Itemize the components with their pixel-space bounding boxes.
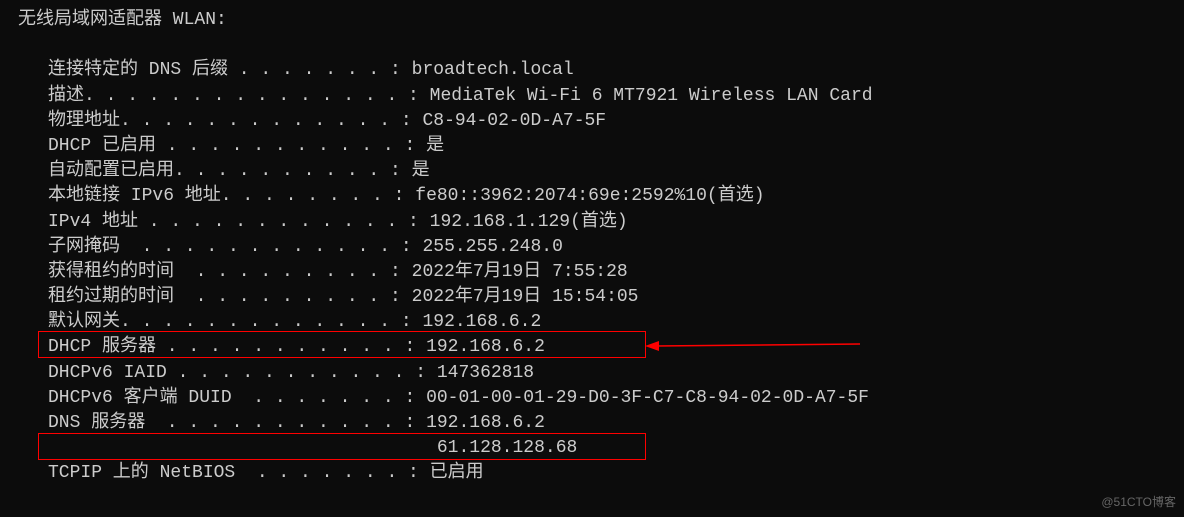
value: 192.168.6.2 xyxy=(426,413,545,433)
label: TCPIP 上的 NetBIOS . . . . . . . : xyxy=(48,463,419,483)
row-dhcp-enabled: DHCP 已启用 . . . . . . . . . . . : 是 xyxy=(0,134,1184,159)
adapter-header: 无线局域网适配器 WLAN: xyxy=(0,8,1184,33)
value: MediaTek Wi-Fi 6 MT7921 Wireless LAN Car… xyxy=(430,86,873,106)
row-lease-expires: 租约过期的时间 . . . . . . . . . : 2022年7月19日 1… xyxy=(0,285,1184,310)
value: 192.168.6.2 xyxy=(422,312,541,332)
value: 255.255.248.0 xyxy=(422,237,562,257)
watermark: @51CTO博客 xyxy=(1101,494,1176,511)
label: 自动配置已启用. . . . . . . . . . : xyxy=(48,161,401,181)
value: fe80::3962:2074:69e:2592%10(首选) xyxy=(415,186,764,206)
row-lease-obtained: 获得租约的时间 . . . . . . . . . : 2022年7月19日 7… xyxy=(0,260,1184,285)
label: DHCPv6 客户端 DUID . . . . . . . : xyxy=(48,388,415,408)
label: 描述. . . . . . . . . . . . . . . : xyxy=(48,86,419,106)
value: C8-94-02-0D-A7-5F xyxy=(422,111,606,131)
row-dhcp-server: DHCP 服务器 . . . . . . . . . . . : 192.168… xyxy=(0,335,1184,360)
value: 是 xyxy=(412,161,430,181)
value: 2022年7月19日 15:54:05 xyxy=(412,287,639,307)
label: 本地链接 IPv6 地址. . . . . . . . : xyxy=(48,186,404,206)
label: 连接特定的 DNS 后缀 . . . . . . . : xyxy=(48,60,401,80)
label: 默认网关. . . . . . . . . . . . . : xyxy=(48,312,412,332)
label: 子网掩码 . . . . . . . . . . . . : xyxy=(48,237,412,257)
row-dns-suffix: 连接特定的 DNS 后缀 . . . . . . . : broadtech.l… xyxy=(0,58,1184,83)
blank-line xyxy=(0,33,1184,58)
label: 获得租约的时间 . . . . . . . . . : xyxy=(48,262,401,282)
watermark-text: @51CTO博客 xyxy=(1101,495,1176,509)
row-autoconfig: 自动配置已启用. . . . . . . . . . : 是 xyxy=(0,159,1184,184)
label: DHCP 服务器 . . . . . . . . . . . : xyxy=(48,337,415,357)
row-ipv6-local: 本地链接 IPv6 地址. . . . . . . . : fe80::3962… xyxy=(0,184,1184,209)
value: 是 xyxy=(426,136,444,156)
label: DNS 服务器 . . . . . . . . . . . : xyxy=(48,413,415,433)
adapter-header-text: 无线局域网适配器 WLAN: xyxy=(18,10,227,30)
value: 2022年7月19日 7:55:28 xyxy=(412,262,628,282)
row-physical-address: 物理地址. . . . . . . . . . . . . : C8-94-02… xyxy=(0,109,1184,134)
row-dhcpv6-iaid: DHCPv6 IAID . . . . . . . . . . . : 1473… xyxy=(0,361,1184,386)
value: 00-01-00-01-29-D0-3F-C7-C8-94-02-0D-A7-5… xyxy=(426,388,869,408)
row-dns-server: DNS 服务器 . . . . . . . . . . . : 192.168.… xyxy=(0,411,1184,436)
label xyxy=(48,438,426,458)
label: IPv4 地址 . . . . . . . . . . . . : xyxy=(48,212,419,232)
row-default-gateway: 默认网关. . . . . . . . . . . . . : 192.168.… xyxy=(0,310,1184,335)
value: broadtech.local xyxy=(412,60,574,80)
value: 192.168.1.129(首选) xyxy=(430,212,628,232)
value: 61.128.128.68 xyxy=(437,438,577,458)
row-subnet: 子网掩码 . . . . . . . . . . . . : 255.255.2… xyxy=(0,235,1184,260)
value: 已启用 xyxy=(430,463,484,483)
value: 192.168.6.2 xyxy=(426,337,545,357)
row-description: 描述. . . . . . . . . . . . . . . : MediaT… xyxy=(0,84,1184,109)
label: 物理地址. . . . . . . . . . . . . : xyxy=(48,111,412,131)
row-netbios: TCPIP 上的 NetBIOS . . . . . . . : 已启用 xyxy=(0,461,1184,486)
row-dhcpv6-duid: DHCPv6 客户端 DUID . . . . . . . : 00-01-00… xyxy=(0,386,1184,411)
value: 147362818 xyxy=(437,363,534,383)
label: DHCP 已启用 . . . . . . . . . . . : xyxy=(48,136,415,156)
label: 租约过期的时间 . . . . . . . . . : xyxy=(48,287,401,307)
row-dns-server-2: 61.128.128.68 xyxy=(0,436,1184,461)
label: DHCPv6 IAID . . . . . . . . . . . : xyxy=(48,363,426,383)
row-ipv4: IPv4 地址 . . . . . . . . . . . . : 192.16… xyxy=(0,210,1184,235)
